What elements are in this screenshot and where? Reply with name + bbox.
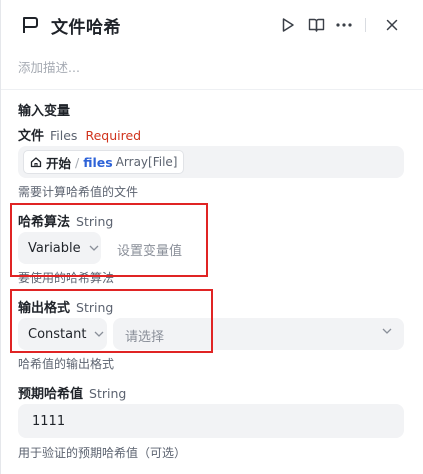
docs-button[interactable] bbox=[307, 16, 325, 34]
chip-source: 开始 bbox=[46, 155, 72, 171]
algorithm-value-input[interactable]: 设置变量值 bbox=[117, 240, 182, 259]
file-field-label: 文件 Files Required bbox=[18, 125, 141, 144]
close-button[interactable] bbox=[383, 16, 401, 34]
expected-hash-label: 预期哈希值 bbox=[18, 387, 84, 402]
format-type: String bbox=[76, 300, 114, 315]
expected-hash-type: String bbox=[89, 386, 127, 401]
book-icon bbox=[308, 18, 324, 32]
chevron-down-icon bbox=[94, 331, 104, 337]
more-icon bbox=[336, 23, 352, 27]
section-divider bbox=[1, 89, 423, 90]
algorithm-label: 哈希算法 bbox=[18, 215, 71, 230]
home-icon bbox=[30, 156, 42, 168]
chip-variable: files bbox=[83, 154, 113, 170]
required-badge: Required bbox=[85, 128, 142, 143]
format-placeholder: 请选择 bbox=[125, 330, 165, 345]
format-field-label: 输出格式 String bbox=[18, 297, 113, 316]
chip-separator: / bbox=[75, 154, 80, 170]
file-type: Files bbox=[50, 128, 78, 143]
run-button[interactable] bbox=[279, 16, 297, 34]
input-variables-title: 输入变量 bbox=[18, 104, 71, 119]
algorithm-field-label: 哈希算法 String bbox=[18, 211, 113, 230]
play-icon bbox=[282, 18, 294, 32]
chip-type: Array[File] bbox=[115, 155, 178, 169]
expected-hash-field-label: 预期哈希值 String bbox=[18, 383, 126, 402]
file-hint: 需要计算哈希值的文件 bbox=[18, 185, 139, 199]
expected-hash-input[interactable]: 1111 bbox=[18, 404, 404, 438]
chevron-down-icon bbox=[382, 328, 392, 334]
format-hint: 哈希值的输出格式 bbox=[18, 357, 115, 371]
file-variable-input[interactable]: 开始 / files Array[File] bbox=[18, 146, 404, 178]
page-title: 文件哈希 bbox=[51, 18, 121, 38]
format-mode-value: Constant bbox=[28, 326, 87, 342]
algorithm-mode-value: Variable bbox=[28, 240, 81, 256]
panel-header: 文件哈希 bbox=[1, 0, 423, 52]
node-settings-panel: 文件哈希 添加描述... 输入变量 文件 Files Required 开始 /… bbox=[0, 0, 423, 474]
chevron-down-icon bbox=[89, 245, 99, 251]
variable-chip[interactable]: 开始 / files Array[File] bbox=[23, 150, 185, 174]
more-button[interactable] bbox=[335, 16, 353, 34]
flag-icon bbox=[19, 14, 41, 36]
format-mode-select[interactable]: Constant bbox=[18, 318, 107, 350]
algorithm-type: String bbox=[76, 214, 114, 229]
description-input[interactable]: 添加描述... bbox=[18, 57, 80, 76]
file-label: 文件 bbox=[18, 129, 45, 144]
algorithm-mode-select[interactable]: Variable bbox=[18, 232, 101, 264]
algorithm-hint: 要使用的哈希算法 bbox=[18, 271, 115, 285]
close-icon bbox=[386, 19, 398, 31]
format-label: 输出格式 bbox=[18, 301, 71, 316]
header-divider bbox=[365, 18, 366, 32]
expected-hash-hint: 用于验证的预期哈希值（可选） bbox=[18, 446, 187, 460]
format-value-select[interactable]: 请选择 bbox=[113, 318, 404, 350]
